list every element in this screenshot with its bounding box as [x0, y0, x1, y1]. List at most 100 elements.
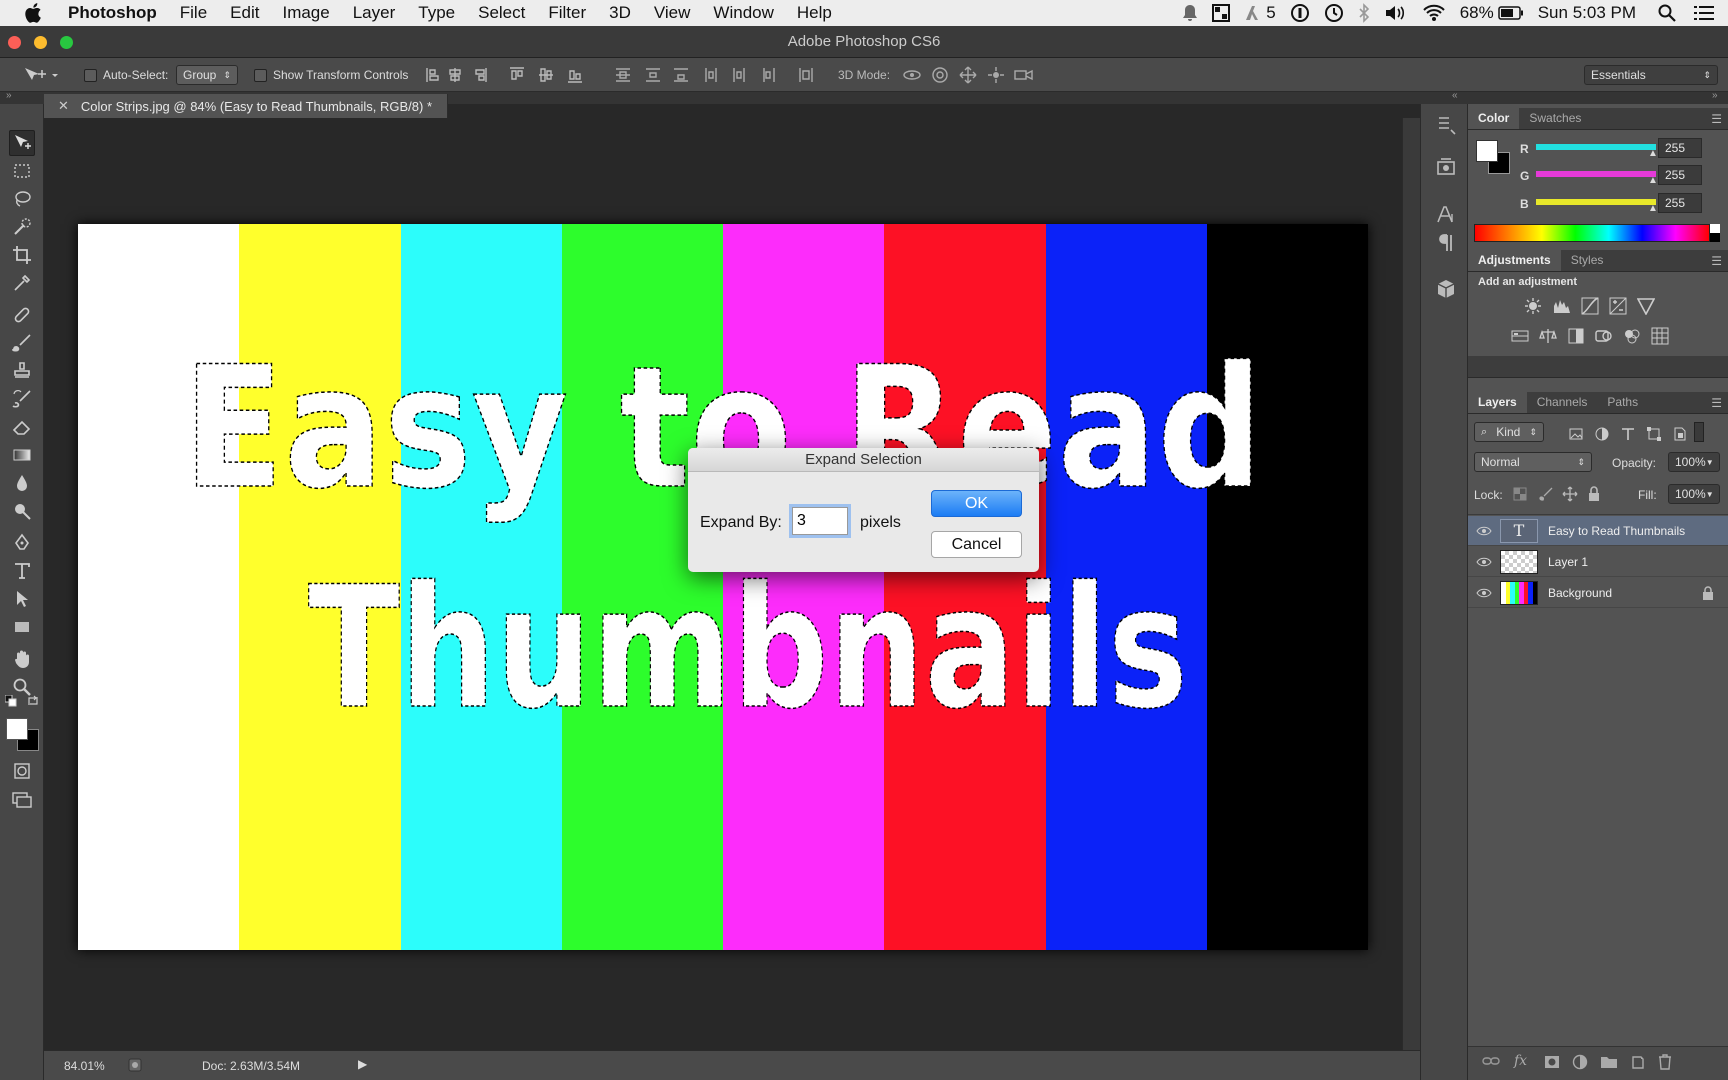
adobe-num-status[interactable]: 5 [1244, 3, 1276, 23]
marquee-tool[interactable] [9, 158, 35, 184]
quick-selection-tool[interactable] [9, 214, 35, 240]
black-white-icon[interactable] [1566, 326, 1586, 346]
red-slider-thumb-icon[interactable]: ▲ [1648, 148, 1658, 159]
tab-color[interactable]: Color [1468, 107, 1520, 129]
close-window-button[interactable] [8, 36, 21, 49]
history-brush-tool[interactable] [9, 386, 35, 412]
panel-menu-icon[interactable]: ☰ [1711, 396, 1722, 410]
expand-panels-icon[interactable]: » [1712, 90, 1718, 101]
lock-position-icon[interactable] [1560, 484, 1580, 504]
show-transform-controls-checkbox[interactable] [254, 68, 267, 82]
gradient-tool[interactable] [9, 442, 35, 468]
filter-adjustment-layers-icon[interactable] [1592, 424, 1612, 444]
workspace-switcher[interactable]: Essentials ⇕ [1584, 65, 1718, 85]
time-machine-icon[interactable] [1324, 3, 1344, 23]
new-layer-icon[interactable] [1630, 1054, 1646, 1070]
properties-panel-icon[interactable] [1433, 154, 1459, 180]
vertical-scrollbar[interactable] [1402, 118, 1420, 1050]
3d-scale-camera-icon[interactable] [1014, 65, 1034, 85]
blue-channel-value[interactable]: 255 [1658, 193, 1702, 213]
eye-icon[interactable] [1468, 526, 1500, 536]
tab-adjustments[interactable]: Adjustments [1468, 249, 1561, 271]
type-tool[interactable] [9, 558, 35, 584]
tab-channels[interactable]: Channels [1527, 391, 1598, 413]
layer-row-background[interactable]: Background [1468, 578, 1728, 608]
tool-preset-picker[interactable] [22, 58, 58, 92]
tab-styles[interactable]: Styles [1561, 249, 1614, 271]
3d-drag-icon[interactable] [958, 65, 978, 85]
filter-type-layers-icon[interactable] [1618, 424, 1638, 444]
red-channel-slider[interactable] [1536, 144, 1656, 150]
brush-tool[interactable] [9, 330, 35, 356]
hue-saturation-icon[interactable] [1510, 326, 1530, 346]
expand-toolbar-icon[interactable]: » [6, 90, 12, 101]
brightness-contrast-icon[interactable] [1523, 296, 1543, 316]
rectangle-tool[interactable] [9, 614, 35, 640]
status-info-icon[interactable] [128, 1058, 142, 1072]
new-group-icon[interactable] [1600, 1055, 1618, 1069]
minimize-window-button[interactable] [34, 36, 47, 49]
ok-button[interactable]: OK [931, 490, 1022, 517]
healing-brush-tool[interactable] [9, 302, 35, 328]
lock-transparent-pixels-icon[interactable] [1510, 484, 1530, 504]
lasso-tool[interactable] [9, 186, 35, 212]
screen-mode-icon[interactable] [9, 786, 35, 812]
blue-slider-thumb-icon[interactable]: ▲ [1648, 203, 1658, 214]
vibrance-icon[interactable] [1636, 296, 1656, 316]
blue-channel-slider[interactable] [1536, 199, 1656, 205]
green-channel-value[interactable]: 255 [1658, 165, 1702, 185]
eyedropper-tool[interactable] [9, 270, 35, 296]
curves-icon[interactable] [1580, 296, 1600, 316]
lock-image-pixels-icon[interactable] [1536, 484, 1556, 504]
levels-icon[interactable] [1552, 296, 1572, 316]
3d-slide-icon[interactable] [986, 65, 1006, 85]
notification-center-icon[interactable] [1694, 5, 1714, 21]
path-selection-tool[interactable] [9, 586, 35, 612]
foreground-color-swatch[interactable] [6, 718, 28, 740]
swap-colors-icon[interactable] [26, 694, 40, 708]
color-balance-icon[interactable] [1538, 326, 1558, 346]
tab-paths[interactable]: Paths [1597, 391, 1648, 413]
spotlight-search-icon[interactable] [1658, 4, 1676, 22]
close-document-icon[interactable]: ✕ [58, 98, 69, 114]
zoom-level[interactable]: 84.01% [64, 1059, 105, 1073]
panel-menu-icon[interactable]: ☰ [1711, 254, 1722, 268]
menu-image[interactable]: Image [282, 3, 329, 23]
add-mask-icon[interactable] [1544, 1055, 1560, 1069]
tab-layers[interactable]: Layers [1468, 391, 1527, 413]
filter-pixel-layers-icon[interactable] [1566, 424, 1586, 444]
character-panel-icon[interactable] [1433, 202, 1459, 228]
collapse-panels-icon[interactable]: « [1452, 90, 1458, 101]
filter-shape-layers-icon[interactable] [1644, 424, 1664, 444]
layer-filter-kind-dropdown[interactable]: ⌕ Kind ⇕ [1474, 422, 1544, 442]
clone-stamp-tool[interactable] [9, 358, 35, 384]
fill-field[interactable]: 100% ▼ [1668, 484, 1720, 504]
layer-effects-icon[interactable]: fx [1514, 1053, 1527, 1069]
volume-icon[interactable] [1384, 4, 1408, 22]
clock[interactable]: Sun 5:03 PM [1538, 3, 1636, 23]
tab-swatches[interactable]: Swatches [1519, 107, 1591, 129]
color-spectrum-ramp[interactable] [1474, 224, 1710, 242]
menu-edit[interactable]: Edit [230, 3, 259, 23]
dodge-tool[interactable] [9, 498, 35, 524]
pen-tool[interactable] [9, 530, 35, 556]
opacity-field[interactable]: 100% ▼ [1668, 452, 1720, 472]
move-tool[interactable] [9, 130, 35, 156]
zoom-window-button[interactable] [60, 36, 73, 49]
eraser-tool[interactable] [9, 414, 35, 440]
layer-row-layer1[interactable]: Layer 1 [1468, 547, 1728, 577]
layer-row-text[interactable]: T Easy to Read Thumbnails [1468, 516, 1728, 546]
color-foreground-swatch[interactable] [1476, 140, 1498, 162]
apple-icon[interactable] [24, 2, 46, 24]
3d-panel-icon[interactable] [1433, 276, 1459, 302]
menu-file[interactable]: File [180, 3, 207, 23]
black-white-ramp[interactable] [1710, 224, 1720, 242]
menu-help[interactable]: Help [797, 3, 832, 23]
menu-window[interactable]: Window [713, 3, 773, 23]
menu-3d[interactable]: 3D [609, 3, 631, 23]
window-manager-icon[interactable] [1212, 4, 1231, 22]
link-layers-icon[interactable] [1482, 1055, 1500, 1067]
delete-layer-icon[interactable] [1658, 1054, 1672, 1070]
history-panel-icon[interactable] [1433, 112, 1459, 138]
quick-mask-icon[interactable] [9, 758, 35, 784]
